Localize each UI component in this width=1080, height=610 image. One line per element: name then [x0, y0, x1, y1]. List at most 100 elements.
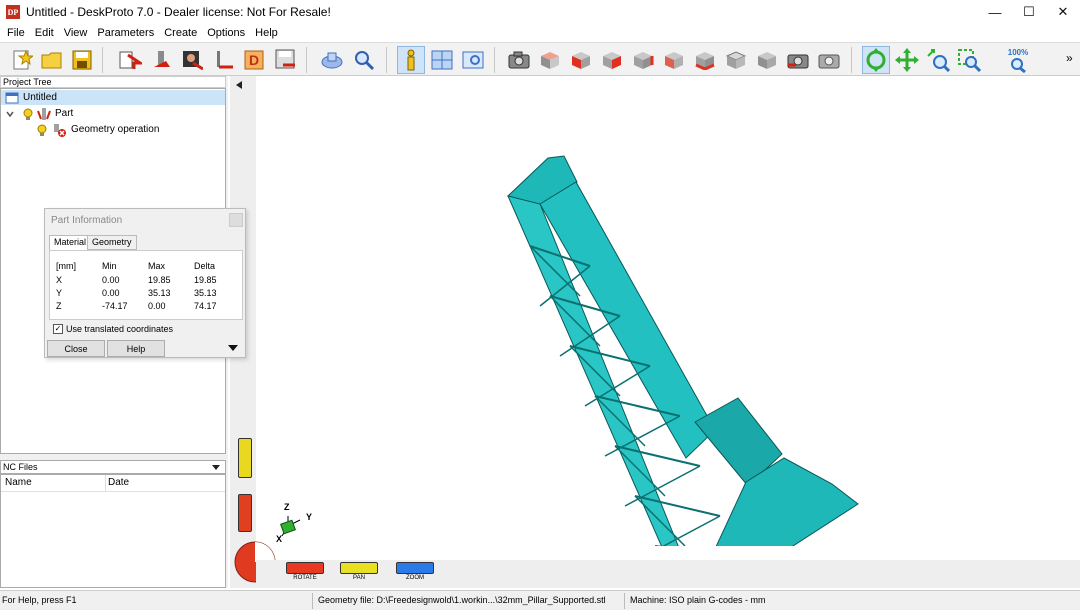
close-button[interactable]: Close	[47, 340, 105, 357]
help-button[interactable]: Help	[107, 340, 165, 357]
axis-label-y: Y	[306, 512, 312, 522]
pan-control[interactable]: PAN	[340, 562, 378, 581]
minimize-button[interactable]: —	[978, 0, 1012, 24]
pan-slider[interactable]	[340, 562, 378, 574]
info-icon	[407, 49, 415, 71]
project-tree-header: Project Tree	[0, 76, 226, 88]
column-header-date[interactable]: Date	[108, 477, 129, 488]
column-divider[interactable]	[105, 475, 106, 492]
expand-dialog-arrow-icon[interactable]	[227, 344, 239, 352]
bitmap-import-button[interactable]	[178, 46, 206, 74]
view-iso-button[interactable]	[536, 46, 564, 74]
layout-button[interactable]	[428, 46, 456, 74]
next-view-button[interactable]	[815, 46, 843, 74]
title-bar: DP Untitled - DeskProto 7.0 - Dealer lic…	[0, 0, 1080, 24]
previous-view-button[interactable]	[784, 46, 812, 74]
menu-view[interactable]: View	[59, 27, 93, 39]
save-nc-button[interactable]	[272, 46, 300, 74]
new-star-icon	[13, 49, 33, 70]
cube-right-icon	[603, 52, 621, 69]
import-geometry-button[interactable]	[116, 46, 144, 74]
axis-label-z: Z	[284, 502, 290, 512]
toolpath-button[interactable]	[210, 46, 238, 74]
view-back-button[interactable]	[629, 46, 657, 74]
zoom-slider[interactable]	[396, 562, 434, 574]
tab-geometry[interactable]: Geometry	[87, 235, 137, 250]
simulation-button[interactable]	[318, 46, 346, 74]
nc-files-header: NC Files	[0, 460, 226, 474]
row-z-label: Z	[56, 301, 62, 311]
dropdown-arrow-icon[interactable]	[211, 464, 221, 472]
add-part-button[interactable]	[148, 46, 176, 74]
rotate-slider[interactable]	[286, 562, 324, 574]
main-toolbar: D 100% »	[0, 42, 1080, 76]
zoom-100-button[interactable]: 100%	[1004, 46, 1032, 74]
dialog-close-icon[interactable]	[229, 213, 243, 227]
close-window-button[interactable]: ✕	[1046, 0, 1080, 24]
tree-item-geometry-operation[interactable]: Geometry operation	[37, 122, 159, 137]
menu-help[interactable]: Help	[250, 27, 283, 39]
status-divider	[312, 593, 313, 609]
zoom-mode-button[interactable]	[924, 46, 952, 74]
import-geometry-icon	[119, 51, 142, 69]
visibility-bulb-icon[interactable]	[37, 124, 47, 136]
view-bottom-button[interactable]	[691, 46, 719, 74]
zoom-control[interactable]: ZOOM	[396, 562, 434, 581]
zoom-label: ZOOM	[406, 575, 424, 581]
translated-coordinates-option[interactable]: ✓ Use translated coordinates	[53, 324, 173, 334]
inspect-button[interactable]	[350, 46, 378, 74]
save-project-button[interactable]	[68, 46, 96, 74]
column-header-name[interactable]: Name	[5, 477, 32, 488]
open-project-button[interactable]	[38, 46, 66, 74]
3d-viewport[interactable]: Z Y X ROTATE PAN ZOOM	[230, 76, 1080, 588]
header-unit: [mm]	[56, 261, 76, 271]
pan-mode-button[interactable]	[893, 46, 921, 74]
menu-parameters[interactable]: Parameters	[92, 27, 159, 39]
rotate-control[interactable]: ROTATE	[286, 562, 324, 581]
window-title: Untitled - DeskProto 7.0 - Dealer licens…	[26, 5, 331, 19]
zoom-100-icon	[1011, 57, 1026, 73]
view-settings-button[interactable]	[459, 46, 487, 74]
project-icon	[5, 92, 19, 103]
tree-item-part[interactable]: Part	[5, 106, 73, 121]
simulation-icon	[321, 52, 343, 69]
pan-label: PAN	[353, 575, 365, 581]
rotate-slider-vertical[interactable]	[238, 494, 252, 532]
camera-view-button[interactable]	[505, 46, 533, 74]
header-delta: Delta	[194, 261, 216, 271]
menu-file[interactable]: File	[2, 27, 30, 39]
view-front-button[interactable]	[567, 46, 595, 74]
menu-create[interactable]: Create	[159, 27, 202, 39]
part-info-button[interactable]	[397, 46, 425, 74]
rotate-arrows-icon	[866, 48, 886, 72]
add-part-icon	[154, 51, 170, 67]
menu-options[interactable]: Options	[202, 27, 250, 39]
tab-material[interactable]: Material	[49, 235, 92, 251]
cube-side-icon	[758, 52, 776, 69]
camera-forward-icon	[818, 54, 840, 69]
view-top-button[interactable]	[722, 46, 750, 74]
camera-icon	[508, 51, 530, 69]
cube-front-icon	[572, 52, 590, 69]
menu-edit[interactable]: Edit	[30, 27, 59, 39]
collapse-arrow-icon[interactable]	[234, 80, 244, 90]
create-nc-button[interactable]: D	[240, 46, 268, 74]
tree-item-project[interactable]: Untitled	[1, 90, 225, 105]
part-icon	[37, 107, 51, 120]
layout-icon	[431, 50, 453, 70]
maximize-button[interactable]: ☐	[1012, 0, 1046, 24]
new-project-button[interactable]	[8, 46, 36, 74]
toolbar-overflow-button[interactable]: »	[1066, 51, 1073, 65]
rotate-mode-button[interactable]	[862, 46, 890, 74]
view-side-button[interactable]	[753, 46, 781, 74]
translated-coordinates-checkbox[interactable]: ✓	[53, 324, 63, 334]
view-settings-icon	[462, 51, 484, 69]
visibility-bulb-icon[interactable]	[23, 108, 33, 120]
expand-chevron-icon[interactable]	[5, 109, 15, 119]
view-left-button[interactable]	[660, 46, 688, 74]
zoom-window-button[interactable]	[955, 46, 983, 74]
view-right-button[interactable]	[598, 46, 626, 74]
cube-iso-icon	[541, 52, 559, 69]
pan-slider-vertical[interactable]	[238, 438, 252, 478]
3d-model-pillar	[507, 155, 859, 546]
